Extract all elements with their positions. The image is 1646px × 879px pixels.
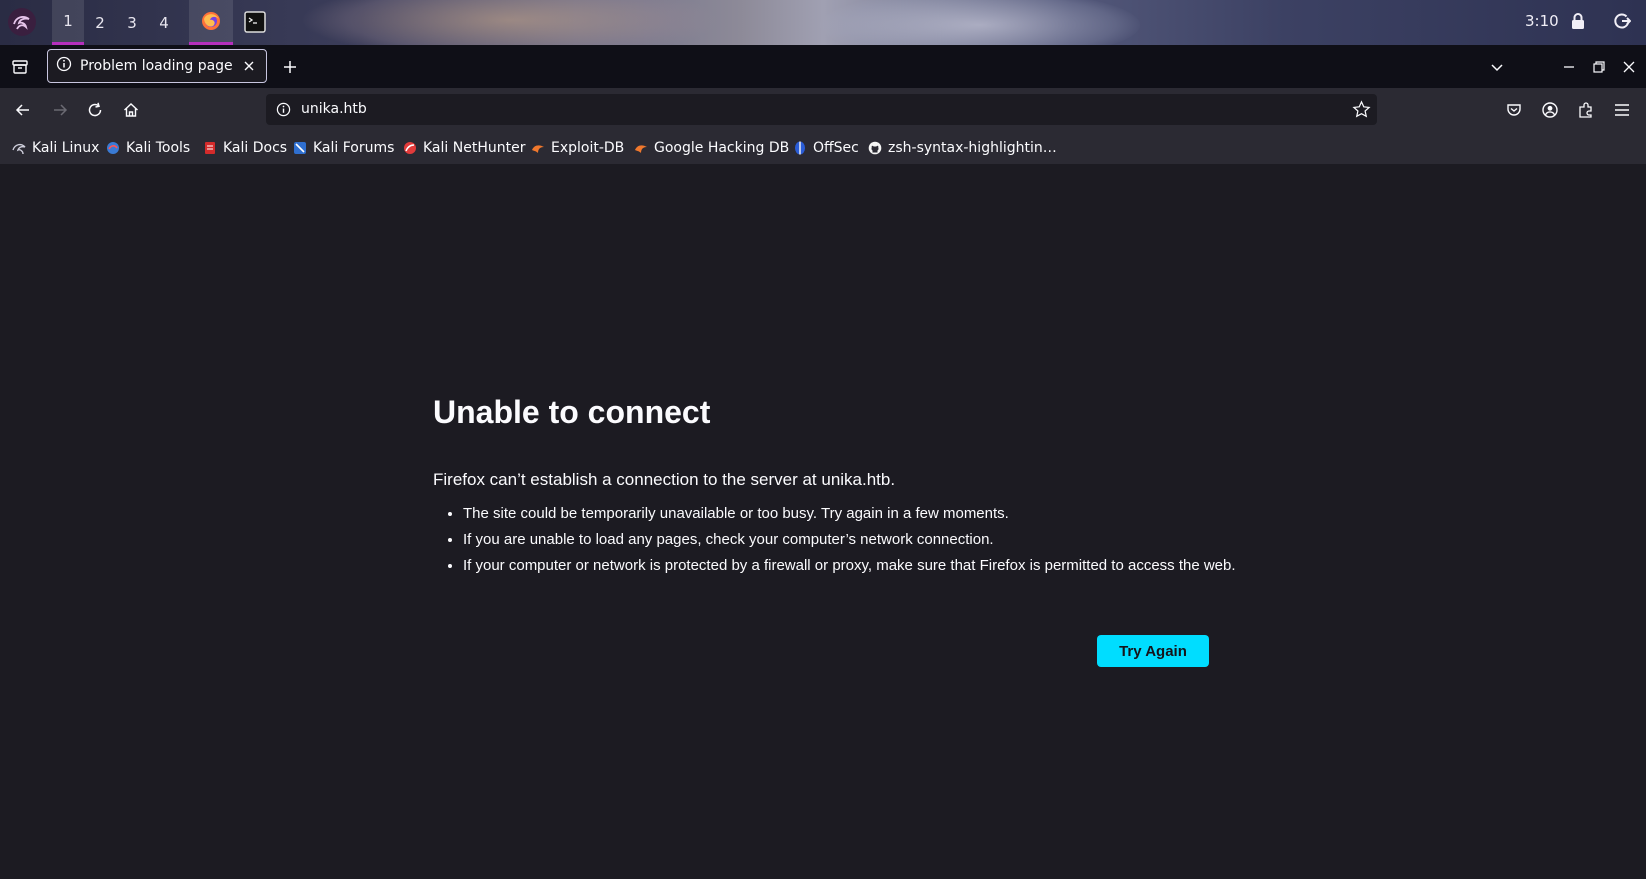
bookmarks-toolbar: Kali Linux Kali Tools Kali Docs Kali For… xyxy=(0,132,1646,164)
home-icon[interactable] xyxy=(120,99,142,121)
lock-icon[interactable] xyxy=(1570,12,1586,34)
ghdb-icon xyxy=(634,141,648,155)
bookmark-kali-forums[interactable]: Kali Forums xyxy=(293,138,394,158)
url-bar[interactable]: unika.htb xyxy=(266,94,1377,125)
bookmark-label: Kali Linux xyxy=(32,140,100,156)
minimize-icon[interactable] xyxy=(1560,58,1578,76)
firefox-view-icon[interactable] xyxy=(10,57,30,77)
navigation-toolbar: unika.htb xyxy=(0,88,1646,132)
bookmark-star-icon[interactable] xyxy=(1352,100,1371,123)
list-item: The site could be temporarily unavailabl… xyxy=(463,504,1243,523)
terminal-taskbar-icon[interactable] xyxy=(244,11,266,33)
bookmark-label: Google Hacking DB xyxy=(654,140,790,156)
bookmark-kali-linux[interactable]: Kali Linux xyxy=(12,138,99,158)
workspace-3[interactable]: 3 xyxy=(116,0,148,45)
bookmark-kali-nethunter[interactable]: Kali NetHunter xyxy=(403,138,525,158)
logout-icon[interactable] xyxy=(1613,12,1632,34)
bookmark-exploit-db[interactable]: Exploit-DB xyxy=(531,138,624,158)
workspace-2[interactable]: 2 xyxy=(84,0,116,45)
error-title: Unable to connect xyxy=(433,394,711,430)
clock[interactable]: 3:10 xyxy=(1525,12,1559,30)
bookmark-zsh-syntax-highlighting[interactable]: zsh-syntax-highlightin… xyxy=(868,138,1057,158)
tab-strip: Problem loading page xyxy=(0,45,1646,88)
close-window-icon[interactable] xyxy=(1620,58,1638,76)
list-item: If you are unable to load any pages, che… xyxy=(463,530,1243,549)
bookmark-label: zsh-syntax-highlightin… xyxy=(888,140,1057,156)
bookmark-kali-docs[interactable]: Kali Docs xyxy=(203,138,287,158)
bookmark-google-hacking-db[interactable]: Google Hacking DB xyxy=(634,138,789,158)
url-text[interactable]: unika.htb xyxy=(301,101,367,117)
menu-icon[interactable] xyxy=(1611,99,1633,121)
forward-icon[interactable] xyxy=(49,99,71,121)
tab-problem-loading-page[interactable]: Problem loading page xyxy=(47,49,267,83)
bookmark-label: Kali Forums xyxy=(313,140,395,156)
account-icon[interactable] xyxy=(1539,99,1561,121)
desktop-top-panel: 1 2 3 4 3:10 xyxy=(0,0,1646,45)
kali-docs-icon xyxy=(203,141,217,155)
offsec-icon xyxy=(793,141,807,155)
site-info-icon[interactable] xyxy=(276,102,291,121)
list-item: If your computer or network is protected… xyxy=(463,556,1243,575)
bookmark-label: OffSec xyxy=(813,140,859,156)
kali-forums-icon xyxy=(293,141,307,155)
error-description: Firefox can’t establish a connection to … xyxy=(433,470,896,489)
wallpaper-cloud xyxy=(820,0,1140,45)
workspace-4[interactable]: 4 xyxy=(148,0,180,45)
wallpaper-cloud xyxy=(300,0,720,45)
kali-nethunter-icon xyxy=(403,141,417,155)
info-icon xyxy=(56,56,72,76)
reload-icon[interactable] xyxy=(84,99,106,121)
workspace-1[interactable]: 1 xyxy=(52,0,84,45)
try-again-button[interactable]: Try Again xyxy=(1097,635,1209,667)
bookmark-kali-tools[interactable]: Kali Tools xyxy=(106,138,190,158)
kali-tools-icon xyxy=(106,141,120,155)
pocket-icon[interactable] xyxy=(1503,99,1525,121)
error-suggestions-list: The site could be temporarily unavailabl… xyxy=(433,504,1243,582)
bookmark-label: Kali NetHunter xyxy=(423,140,526,156)
bookmark-label: Kali Tools xyxy=(126,140,191,156)
github-icon xyxy=(868,141,882,155)
firefox-taskbar-icon[interactable] xyxy=(189,0,233,45)
close-tab-icon[interactable] xyxy=(242,58,256,77)
list-all-tabs-icon[interactable] xyxy=(1486,56,1508,78)
back-icon[interactable] xyxy=(12,99,34,121)
bookmark-label: Exploit-DB xyxy=(551,140,625,156)
error-page: Unable to connect Firefox can’t establis… xyxy=(0,164,1646,879)
exploit-db-icon xyxy=(531,141,545,155)
kali-menu-icon[interactable] xyxy=(8,8,36,36)
tab-title: Problem loading page xyxy=(80,58,233,74)
restore-icon[interactable] xyxy=(1590,58,1608,76)
kali-dragon-icon xyxy=(12,141,26,155)
bookmark-label: Kali Docs xyxy=(223,140,288,156)
extensions-icon[interactable] xyxy=(1575,99,1597,121)
new-tab-icon[interactable] xyxy=(279,56,301,78)
bookmark-offsec[interactable]: OffSec xyxy=(793,138,859,158)
